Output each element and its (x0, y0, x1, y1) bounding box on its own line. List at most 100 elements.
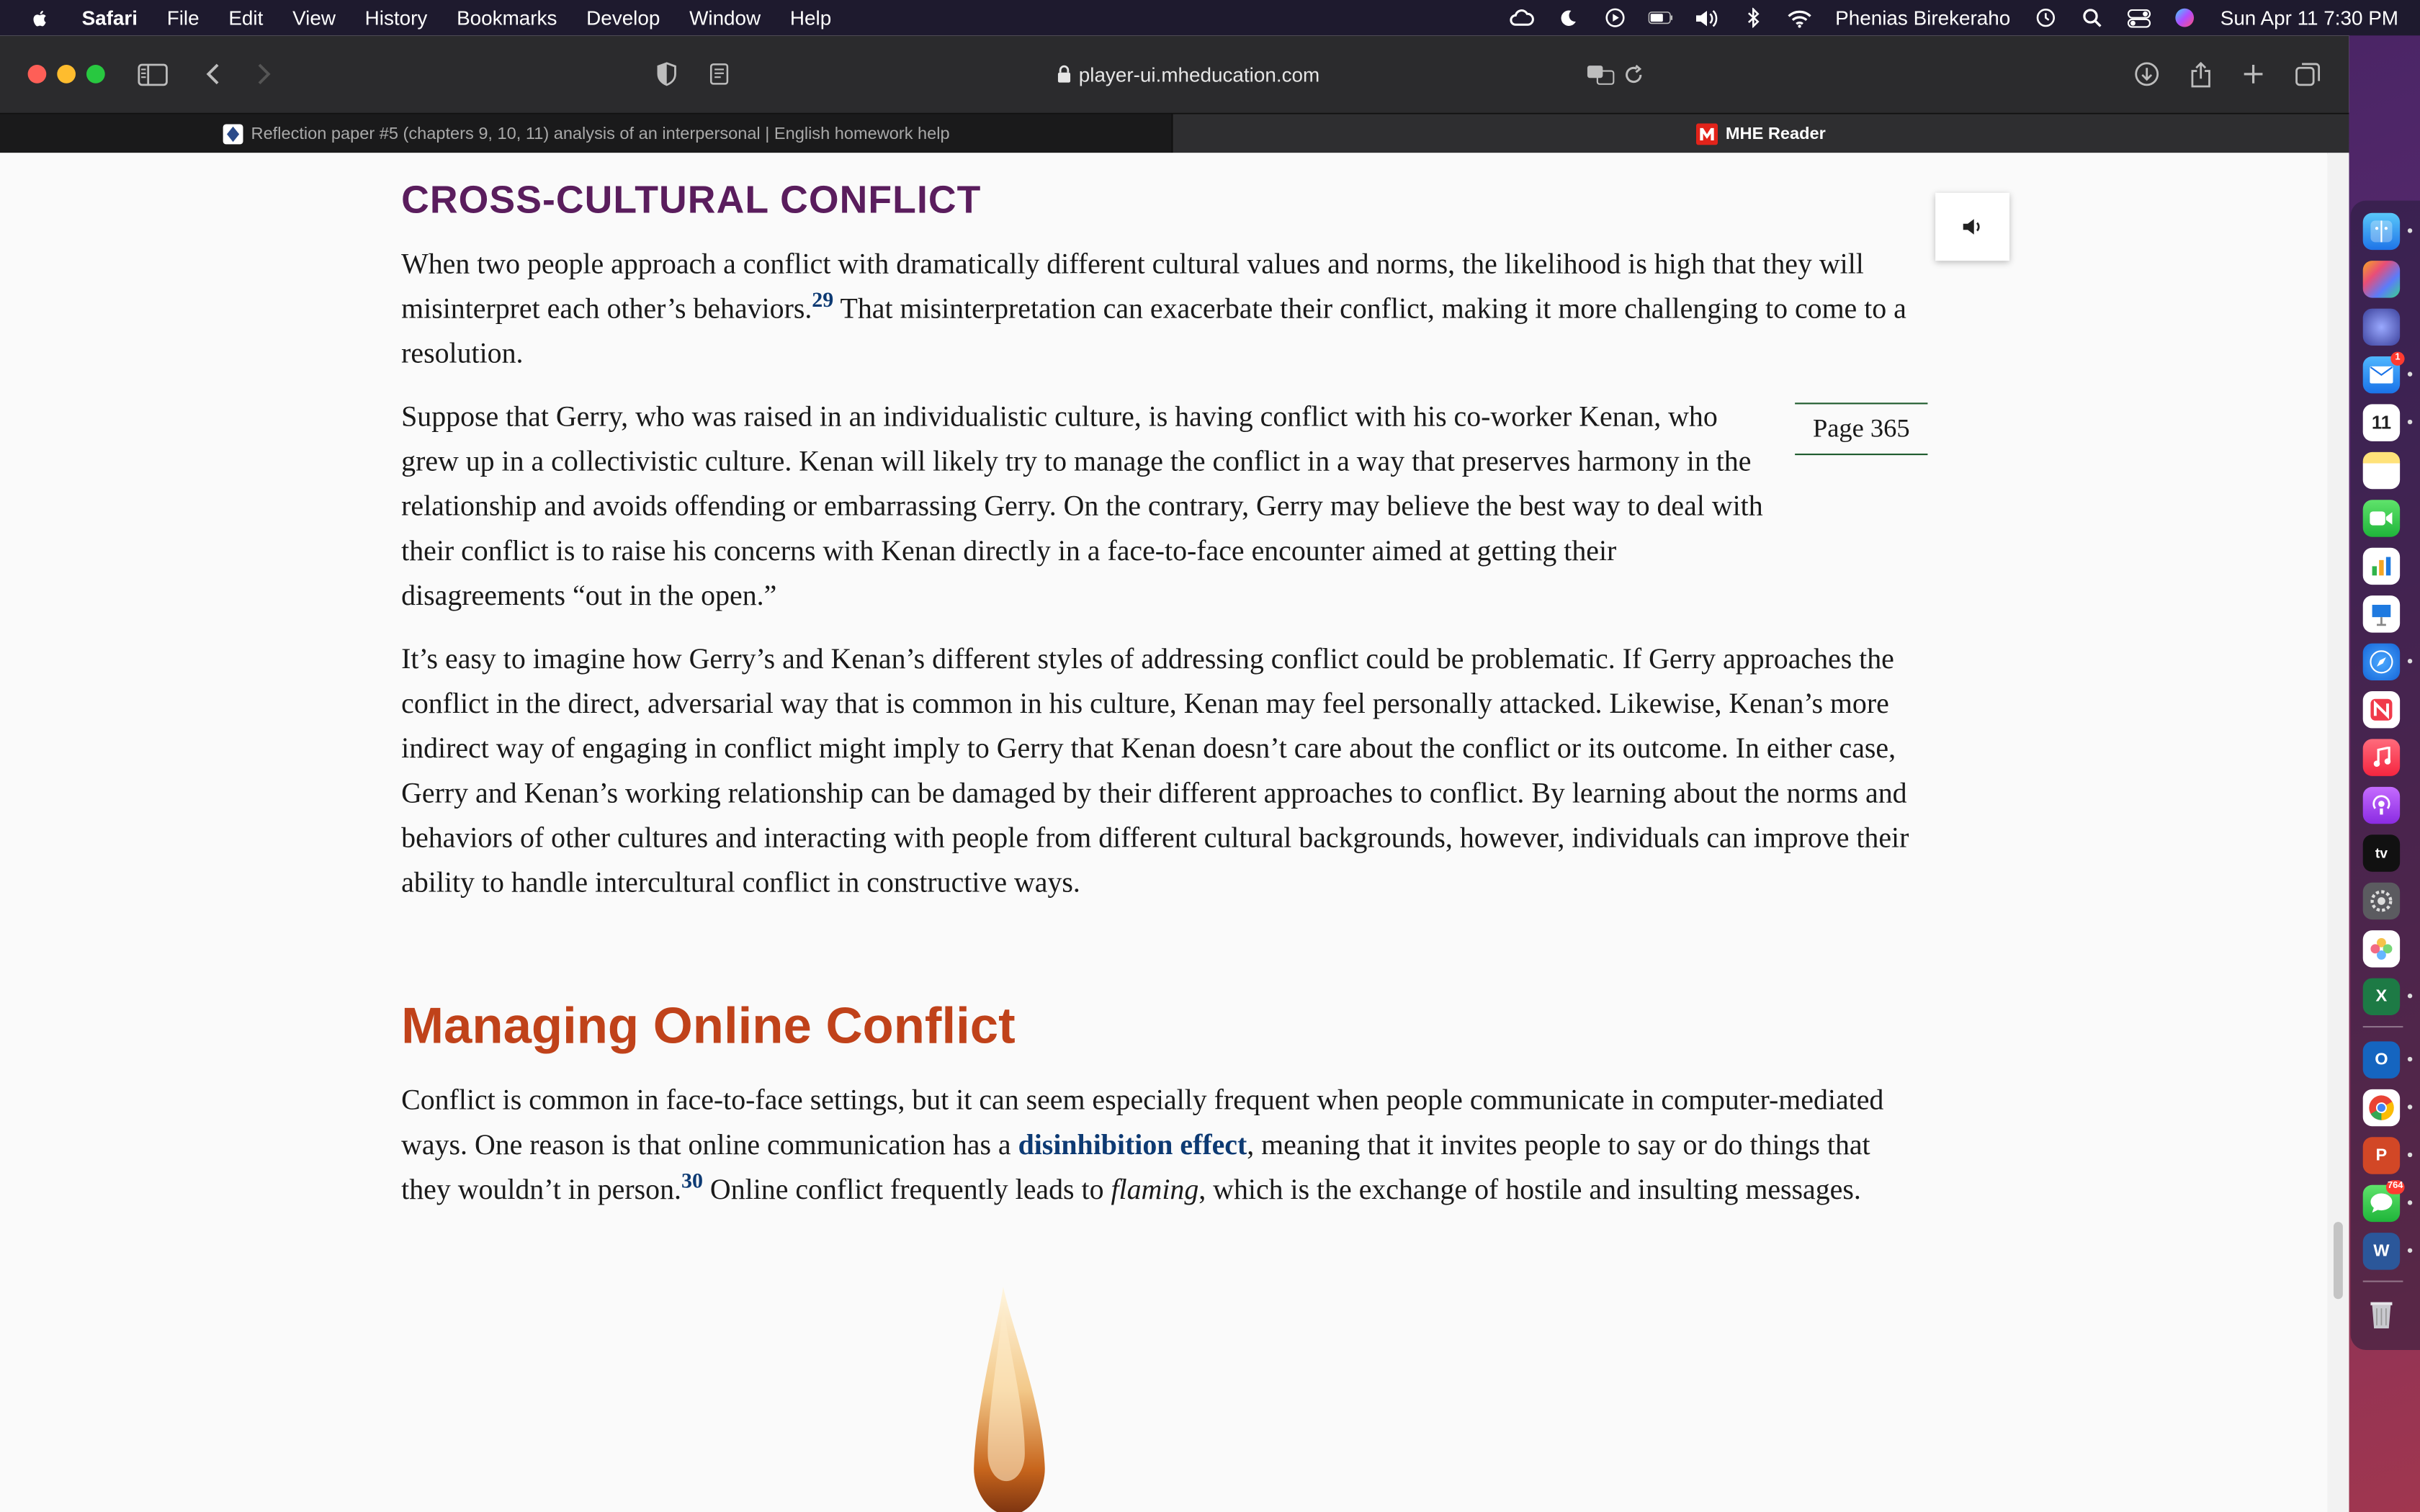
paragraph-1: When two people approach a conflict with… (401, 242, 1922, 376)
privacy-shield-icon[interactable] (651, 58, 682, 89)
read-aloud-button[interactable] (1935, 192, 2009, 261)
system-preferences-icon[interactable] (2362, 882, 2401, 920)
keynote-icon[interactable] (2362, 595, 2401, 633)
section-heading-online-conflict: Managing Online Conflict (401, 996, 1016, 1054)
candle-flame-image (974, 1287, 1045, 1512)
footnote-29[interactable]: 29 (812, 289, 833, 312)
time-machine-icon[interactable] (2033, 7, 2058, 29)
notes-icon[interactable] (2362, 451, 2401, 490)
minimize-window-button[interactable] (57, 65, 76, 84)
tab-reflection-paper[interactable]: Reflection paper #5 (chapters 9, 10, 11)… (0, 114, 1173, 155)
excel-icon[interactable]: X (2362, 978, 2401, 1015)
apple-icon[interactable] (30, 7, 51, 29)
dock-separator (2362, 1280, 2403, 1282)
forward-icon[interactable] (248, 58, 279, 89)
music-icon[interactable] (2362, 739, 2401, 776)
menu-edit[interactable]: Edit (228, 6, 263, 30)
finder-icon[interactable] (2362, 212, 2401, 251)
trash-icon[interactable] (2363, 1296, 2400, 1333)
dock-running-indicator (2407, 228, 2413, 233)
podcasts-icon[interactable] (2362, 786, 2401, 824)
sidebar-toggle-icon[interactable] (138, 58, 169, 89)
photos-icon[interactable] (2362, 930, 2401, 968)
close-window-button[interactable] (27, 65, 47, 84)
url-text: player-ui.mheducation.com (1078, 62, 1320, 86)
messages-icon[interactable]: 764 (2362, 1180, 2405, 1223)
reader-page: CROSS-CULTURAL CONFLICT When two people … (0, 153, 2328, 1512)
calendar-day: 11 (2371, 412, 2392, 434)
share-icon[interactable] (2185, 58, 2216, 89)
menu-help[interactable]: Help (790, 6, 831, 30)
menu-app-safari[interactable]: Safari (82, 6, 138, 30)
dock-running-indicator (2407, 1152, 2413, 1158)
translate-icon[interactable] (1585, 58, 1616, 89)
menu-view[interactable]: View (292, 6, 336, 30)
paragraph-4: Conflict is common in face-to-face setti… (401, 1079, 1922, 1212)
siri-icon[interactable] (2172, 7, 2197, 29)
spotlight-search-icon[interactable] (2080, 7, 2105, 29)
menu-bar: Safari File Edit View History Bookmarks … (0, 0, 2420, 36)
dock-separator (2362, 1026, 2403, 1028)
facetime-icon[interactable] (2362, 500, 2401, 537)
battery-icon[interactable] (1648, 7, 1673, 29)
menu-develop[interactable]: Develop (586, 6, 660, 30)
address-bar[interactable]: player-ui.mheducation.com (926, 57, 1451, 91)
downloads-icon[interactable] (2131, 58, 2162, 89)
tab-overview-icon[interactable] (2292, 58, 2323, 89)
paragraph-2: Suppose that Gerry, who was raised in an… (401, 395, 1775, 619)
volume-icon[interactable] (1695, 7, 1719, 29)
footnote-30[interactable]: 30 (681, 1171, 703, 1194)
zoom-window-button[interactable] (86, 65, 105, 84)
tab-label: MHE Reader (1725, 125, 1826, 144)
tab-bar: Reflection paper #5 (chapters 9, 10, 11)… (0, 112, 2349, 155)
control-center-icon[interactable] (2126, 7, 2151, 29)
play-circle-icon[interactable] (1603, 7, 1627, 29)
mhe-logo-icon (1696, 123, 1718, 145)
lock-icon (1057, 65, 1070, 83)
dock-running-indicator (2407, 419, 2413, 425)
creative-cloud-icon[interactable] (1510, 7, 1535, 29)
bluetooth-icon[interactable] (1741, 7, 1765, 29)
new-tab-icon[interactable] (2238, 58, 2269, 89)
scrollbar-thumb[interactable] (2334, 1222, 2343, 1300)
apple-tv-icon[interactable]: tv (2362, 834, 2401, 872)
menu-bookmarks[interactable]: Bookmarks (457, 6, 557, 30)
moon-icon[interactable] (1556, 7, 1580, 29)
paragraph-4-text-cont2: Online conflict frequently leads to (702, 1174, 1111, 1207)
clock[interactable]: Sun Apr 11 7:30 PM (2220, 6, 2398, 30)
menu-history[interactable]: History (365, 6, 428, 30)
menu-window[interactable]: Window (689, 6, 761, 30)
safari-window: player-ui.mheducation.com Reflection pap… (0, 35, 2349, 1512)
key-term-disinhibition-effect[interactable]: disinhibition effect (1018, 1130, 1247, 1162)
outlook-label: O (2375, 1050, 2388, 1069)
tab-mhe-reader[interactable]: MHE Reader (1173, 114, 2349, 155)
page-scrollbar[interactable] (2327, 153, 2349, 1512)
safari-compass-icon[interactable] (2362, 643, 2401, 680)
excel-label: X (2375, 987, 2388, 1007)
paragraph-2-text: Suppose that Gerry, who was raised in an… (401, 401, 1763, 613)
wifi-icon[interactable] (1788, 7, 1812, 29)
siri-dock-icon[interactable] (2362, 308, 2401, 346)
mail-icon[interactable]: 1 (2362, 351, 2405, 394)
reader-icon[interactable] (704, 58, 735, 89)
powerpoint-icon[interactable]: P (2362, 1137, 2401, 1174)
dock-running-indicator (2407, 372, 2413, 377)
numbers-icon[interactable] (2362, 547, 2401, 585)
chrome-icon[interactable] (2362, 1089, 2401, 1127)
back-icon[interactable] (197, 58, 228, 89)
page-number-marker: Page 365 (1795, 402, 1928, 456)
outlook-icon[interactable]: O (2362, 1041, 2401, 1079)
menu-file[interactable]: File (167, 6, 200, 30)
news-icon[interactable] (2362, 691, 2401, 729)
user-name[interactable]: Phenias Birekeraho (1835, 6, 2010, 30)
messages-badge: 764 (2385, 1180, 2405, 1194)
mail-badge: 1 (2390, 351, 2405, 366)
launchpad-icon[interactable] (2362, 261, 2401, 298)
dock-running-indicator (2407, 1248, 2413, 1253)
calendar-icon[interactable]: 11 (2362, 404, 2401, 441)
tab-label: Reflection paper #5 (chapters 9, 10, 11)… (251, 125, 950, 144)
powerpoint-label: P (2375, 1146, 2388, 1165)
word-icon[interactable]: W (2362, 1233, 2401, 1270)
dock-running-indicator (2407, 994, 2413, 999)
reload-icon[interactable] (1618, 58, 1649, 89)
